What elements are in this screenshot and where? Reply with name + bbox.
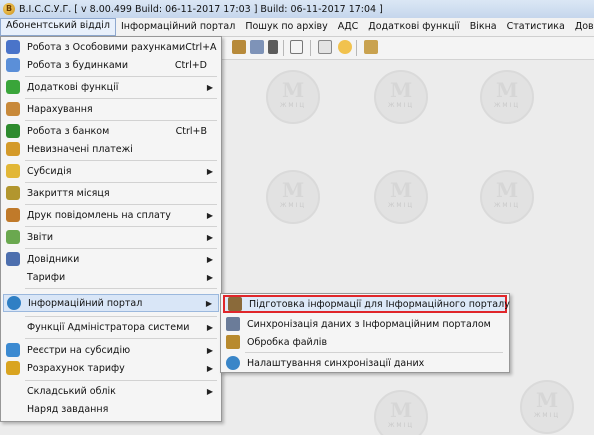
menu-separator bbox=[25, 288, 217, 289]
menu-extra-functions[interactable]: Додаткові функції bbox=[363, 19, 464, 35]
menu-item-additional-functions[interactable]: Додаткові функції ▶ bbox=[3, 78, 219, 96]
menu-separator bbox=[25, 338, 217, 339]
submenu-arrow-icon: ▶ bbox=[206, 345, 213, 355]
submenu-arrow-icon: ▶ bbox=[206, 232, 213, 242]
tariff-icon bbox=[6, 361, 20, 375]
menu-item-subsidy[interactable]: Субсидія ▶ bbox=[3, 162, 219, 180]
menu-separator bbox=[245, 352, 503, 353]
people-icon bbox=[6, 40, 20, 54]
menu-statistics[interactable]: Статистика bbox=[502, 19, 570, 35]
menu-item-directories[interactable]: Довідники ▶ bbox=[3, 250, 219, 268]
menu-item-tariffs[interactable]: Тарифи ▶ bbox=[3, 268, 219, 286]
house-icon bbox=[6, 58, 20, 72]
printer-icon bbox=[6, 208, 20, 222]
menu-bar: Абонентський відділ Інформаційний портал… bbox=[0, 18, 594, 37]
menu-separator bbox=[25, 98, 217, 99]
registry-icon bbox=[6, 343, 20, 357]
menu-abonent[interactable]: Абонентський відділ bbox=[0, 18, 116, 36]
submenu-arrow-icon: ▶ bbox=[206, 82, 213, 92]
menu-separator bbox=[25, 120, 217, 121]
menu-item-undefined-payments[interactable]: Невизначені платежі bbox=[3, 140, 219, 158]
submenu-item-sync-settings[interactable]: Налаштування синхронізації даних bbox=[223, 354, 507, 372]
watermark-logo: М ЖМІЦ bbox=[266, 170, 320, 224]
submenu-arrow-icon: ▶ bbox=[206, 363, 213, 373]
window-title: В.І.С.С.У.Г. [ v 8.00.499 Build: 06-11-2… bbox=[19, 3, 383, 15]
menu-item-accruals[interactable]: Нарахування bbox=[3, 100, 219, 118]
menu-help[interactable]: Довідка bbox=[570, 19, 594, 35]
menu-item-reports[interactable]: Звіти ▶ bbox=[3, 228, 219, 246]
menu-item-personal-accounts[interactable]: Робота з Особовими рахунками Ctrl+A bbox=[3, 38, 219, 56]
book-icon bbox=[6, 252, 20, 266]
prepare-icon bbox=[228, 297, 242, 311]
watermark-logo: М ЖМІЦ bbox=[374, 70, 428, 124]
watermark-logo: М ЖМІЦ bbox=[266, 70, 320, 124]
menu-separator bbox=[25, 380, 217, 381]
toolbar-separator bbox=[283, 40, 284, 56]
menu-separator bbox=[25, 226, 217, 227]
plus-icon bbox=[6, 80, 20, 94]
report-icon bbox=[6, 230, 20, 244]
submenu-arrow-icon: ▶ bbox=[205, 298, 212, 308]
submenu-arrow-icon: ▶ bbox=[206, 166, 213, 176]
submenu-item-prepare-info[interactable]: Підготовка інформації для Інформаційного… bbox=[223, 295, 510, 313]
abonent-dropdown-menu: Робота з Особовими рахунками Ctrl+A Робо… bbox=[0, 36, 222, 422]
menu-info-portal[interactable]: Інформаційний портал bbox=[116, 19, 240, 35]
watermark-logo: М ЖМІЦ bbox=[374, 170, 428, 224]
calc-icon[interactable] bbox=[268, 40, 278, 54]
menu-separator bbox=[25, 160, 217, 161]
settings-sync-icon bbox=[226, 356, 240, 370]
menu-separator bbox=[25, 248, 217, 249]
title-bar: В В.І.С.С.У.Г. [ v 8.00.499 Build: 06-11… bbox=[0, 0, 594, 19]
card-icon[interactable] bbox=[318, 40, 332, 54]
menu-archive-search[interactable]: Пошук по архіву bbox=[240, 19, 332, 35]
dollar-icon bbox=[6, 124, 20, 138]
menu-item-warehouse[interactable]: Складський облік ▶ bbox=[3, 382, 219, 400]
menu-item-info-portal[interactable]: Інформаційний портал ▶ bbox=[3, 294, 219, 312]
coins-icon bbox=[6, 164, 20, 178]
globe-icon bbox=[7, 296, 21, 310]
menu-item-month-close[interactable]: Закриття місяця bbox=[3, 184, 219, 202]
sync-icon bbox=[226, 317, 240, 331]
submenu-arrow-icon: ▶ bbox=[206, 322, 213, 332]
toolbar-separator bbox=[310, 40, 311, 56]
submenu-item-sync-data[interactable]: Синхронізація даних з Інформаційним порт… bbox=[223, 315, 507, 333]
menu-item-buildings[interactable]: Робота з будинками Ctrl+D bbox=[3, 56, 219, 74]
search-icon[interactable] bbox=[250, 40, 264, 54]
watermark-logo: М ЖМІЦ bbox=[480, 70, 534, 124]
menu-windows[interactable]: Вікна bbox=[465, 19, 502, 35]
watermark-logo: М ЖМІЦ bbox=[374, 390, 428, 435]
calculator-icon bbox=[6, 102, 20, 116]
document-icon[interactable] bbox=[290, 40, 303, 54]
lock-icon bbox=[6, 186, 20, 200]
menu-item-admin-functions[interactable]: Функції Адміністратора системи ▶ bbox=[3, 318, 219, 336]
save-icon[interactable] bbox=[232, 40, 246, 54]
submenu-item-file-processing[interactable]: Обробка файлів bbox=[223, 333, 507, 351]
menu-item-work-order[interactable]: Наряд завдання bbox=[3, 400, 219, 418]
files-icon bbox=[226, 335, 240, 349]
submenu-arrow-icon: ▶ bbox=[206, 272, 213, 282]
submenu-arrow-icon: ▶ bbox=[206, 254, 213, 264]
toolbar-separator bbox=[356, 40, 357, 56]
menu-item-bank[interactable]: Робота з банком Ctrl+B bbox=[3, 122, 219, 140]
menu-separator bbox=[25, 316, 217, 317]
app-icon: В bbox=[3, 3, 15, 15]
menu-item-tariff-calculation[interactable]: Розрахунок тарифу ▶ bbox=[3, 359, 219, 377]
menu-item-print-notices[interactable]: Друк повідомлень на сплату ▶ bbox=[3, 206, 219, 224]
menu-separator bbox=[25, 182, 217, 183]
menu-separator bbox=[25, 204, 217, 205]
menu-separator bbox=[25, 76, 217, 77]
menu-item-subsidy-registries[interactable]: Реєстри на субсидію ▶ bbox=[3, 341, 219, 359]
watermark-logo: М ЖМІЦ bbox=[520, 380, 574, 434]
question-money-icon bbox=[6, 142, 20, 156]
watermark-logo: М ЖМІЦ bbox=[480, 170, 534, 224]
info-portal-submenu: Підготовка інформації для Інформаційного… bbox=[220, 293, 510, 373]
menu-ads[interactable]: АДС bbox=[333, 19, 364, 35]
submenu-arrow-icon: ▶ bbox=[206, 386, 213, 396]
exit-icon[interactable] bbox=[364, 40, 378, 54]
submenu-arrow-icon: ▶ bbox=[206, 210, 213, 220]
chat-icon[interactable] bbox=[338, 40, 352, 54]
